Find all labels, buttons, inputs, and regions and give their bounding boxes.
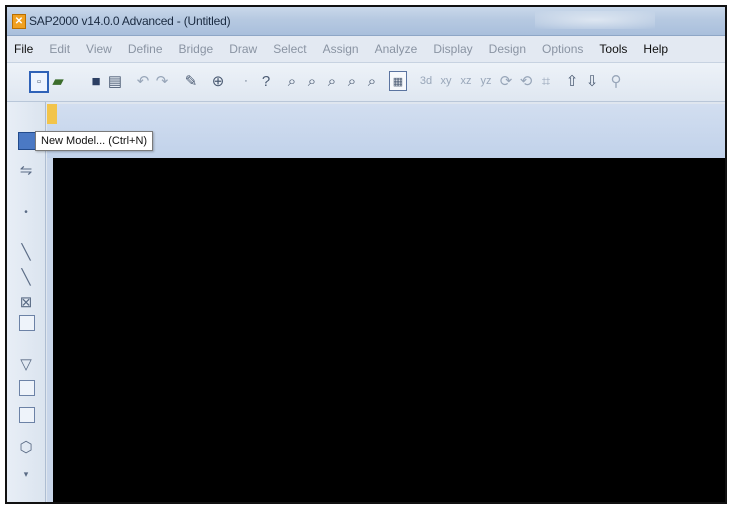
reshape-icon[interactable]: ⇋ — [16, 160, 36, 180]
xz-view-icon[interactable]: xy — [437, 71, 455, 91]
up-icon[interactable]: ⇧ — [563, 71, 581, 91]
save-icon[interactable]: ■ — [87, 71, 105, 91]
menu-help-label: Help — [643, 42, 669, 56]
window-title: SAP2000 v14.0.0 Advanced - (Untitled) — [29, 14, 231, 28]
menu-draw-label: Draw — [229, 42, 258, 56]
menu-edit[interactable]: Edit — [42, 42, 79, 56]
menu-assign[interactable]: Assign — [316, 42, 368, 56]
grid-icon[interactable]: ⌗ — [537, 71, 555, 91]
menu-analyze[interactable]: Analyze — [368, 42, 427, 56]
quick-frame-icon[interactable]: ╲ — [16, 267, 36, 287]
menu-view-label: View — [86, 42, 112, 56]
title-bar[interactable]: ✕ SAP2000 v14.0.0 Advanced - (Untitled) — [7, 7, 725, 36]
menu-assign-label: Assign — [322, 42, 359, 56]
undo-icon[interactable]: ↶ — [134, 71, 152, 91]
draw-shell-icon[interactable]: ▽ — [16, 354, 36, 374]
yz-view-icon[interactable]: xz — [457, 71, 475, 91]
perspective-icon[interactable]: ⟳ — [497, 71, 515, 91]
menu-file[interactable]: File — [7, 42, 42, 56]
draw-area-icon[interactable] — [19, 380, 35, 396]
refresh-icon[interactable]: ⟲ — [517, 71, 535, 91]
model-canvas[interactable] — [53, 158, 725, 502]
menu-select-label: Select — [273, 42, 307, 56]
menu-edit-label: Edit — [49, 42, 71, 56]
sap2000-app-icon[interactable]: ✕ — [12, 14, 26, 29]
menu-analyze-label: Analyze — [374, 42, 418, 56]
separator-dot-icon: · — [244, 75, 248, 87]
title-glow — [535, 11, 655, 29]
pencil-icon[interactable]: ✎ — [182, 71, 200, 91]
zoom-icon[interactable]: ⌕ — [283, 71, 301, 91]
pointer-icon[interactable] — [18, 132, 36, 150]
menu-draw[interactable]: Draw — [222, 42, 266, 56]
menu-help[interactable]: Help — [636, 42, 677, 56]
menu-options[interactable]: Options — [535, 42, 592, 56]
quick-area-icon[interactable] — [19, 407, 35, 423]
menu-select[interactable]: Select — [266, 42, 315, 56]
draw-frame-icon[interactable]: ╲ — [16, 242, 36, 262]
new-model-icon[interactable]: ▫ — [29, 71, 49, 93]
xy-view-icon[interactable]: 3d — [417, 71, 435, 91]
open-icon[interactable]: ▰ — [49, 71, 67, 91]
more-tools-icon[interactable]: ▾ — [16, 464, 36, 484]
view-3d-icon[interactable]: ▦ — [389, 71, 407, 91]
menu-tools[interactable]: Tools — [592, 42, 636, 56]
zoom-in-icon[interactable]: ⌕ — [323, 71, 341, 91]
menu-view[interactable]: View — [79, 42, 121, 56]
draw-solid-icon[interactable]: ⬡ — [16, 437, 36, 457]
menu-define[interactable]: Define — [121, 42, 172, 56]
menu-design[interactable]: Design — [482, 42, 535, 56]
print-icon[interactable]: ▤ — [106, 71, 124, 91]
app-window: ✕ SAP2000 v14.0.0 Advanced - (Untitled) … — [5, 5, 727, 504]
main-toolbar: ▫ ▰ ■ ▤ ↶ ↷ ✎ ⊕ · ? ⌕ ⌕ ⌕ ⌕ ⌕ ▦ 3d xy xz… — [7, 63, 725, 102]
menu-options-label: Options — [542, 42, 584, 56]
snap-icon[interactable]: ⚲ — [607, 71, 625, 91]
menu-display[interactable]: Display — [426, 42, 481, 56]
menu-tools-label: Tools — [599, 42, 628, 56]
menu-display-label: Display — [433, 42, 473, 56]
run-icon[interactable]: ? — [257, 71, 275, 91]
draw-brace-icon[interactable]: ⊠ — [16, 292, 36, 312]
draw-link-icon[interactable] — [19, 315, 35, 331]
down-icon[interactable]: ⇩ — [583, 71, 601, 91]
lock-icon[interactable]: ⊕ — [209, 71, 227, 91]
menu-bridge[interactable]: Bridge — [172, 42, 223, 56]
rotate-icon[interactable]: yz — [477, 71, 495, 91]
menu-file-label: File — [14, 42, 34, 56]
menu-bar: File Edit View Define Bridge Draw Select… — [7, 36, 725, 63]
left-toolbar: ⇋ • ╲ ╲ ⊠ ▽ ⬡ ▾ — [7, 102, 46, 502]
zoom-window-icon[interactable]: ⌕ — [303, 71, 321, 91]
zoom-out-icon[interactable]: ⌕ — [343, 71, 361, 91]
menu-bridge-label: Bridge — [178, 42, 214, 56]
menu-define-label: Define — [127, 42, 163, 56]
new-model-tooltip: New Model... (Ctrl+N) — [35, 131, 154, 151]
draw-point-icon[interactable]: • — [16, 202, 36, 222]
menu-design-label: Design — [488, 42, 527, 56]
pan-icon[interactable]: ⌕ — [363, 71, 381, 91]
model-window-tab[interactable] — [47, 104, 57, 124]
redo-icon[interactable]: ↷ — [153, 71, 171, 91]
